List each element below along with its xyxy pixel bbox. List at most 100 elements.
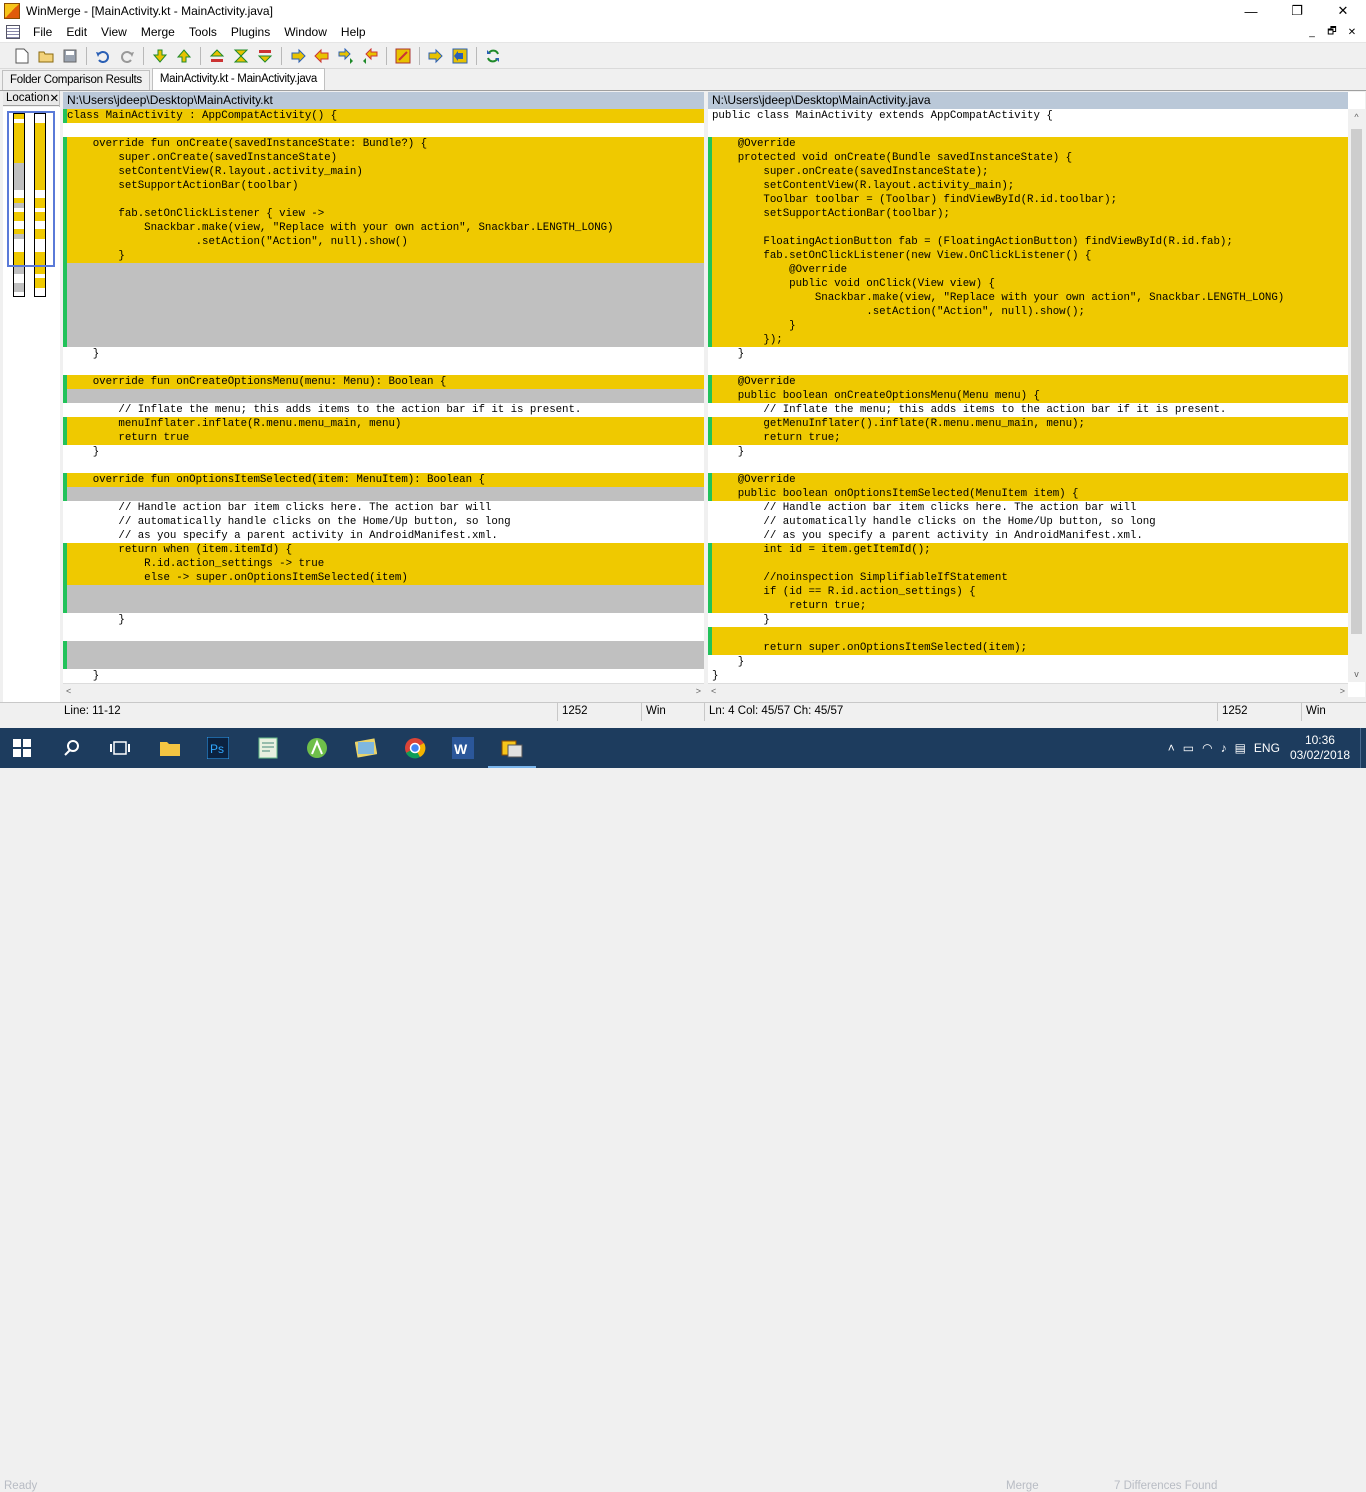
code-line[interactable]: } <box>67 347 704 361</box>
code-line[interactable]: } <box>67 669 704 682</box>
code-line[interactable]: setContentView(R.layout.activity_main); <box>712 179 1348 193</box>
code-line[interactable]: public void onClick(View view) { <box>712 277 1348 291</box>
copy-left-advance-icon[interactable] <box>360 46 380 66</box>
code-line[interactable]: Toolbar toolbar = (Toolbar) findViewById… <box>712 193 1348 207</box>
code-line[interactable]: // automatically handle clicks on the Ho… <box>712 515 1348 529</box>
code-line[interactable]: return true; <box>712 431 1348 445</box>
code-line[interactable] <box>67 361 704 375</box>
scroll-up-icon[interactable]: ^ <box>1348 109 1365 125</box>
scroll-left-icon[interactable]: < <box>66 686 71 696</box>
tab-file-comparison[interactable]: MainActivity.kt - MainActivity.java <box>151 68 325 90</box>
code-line[interactable] <box>712 459 1348 473</box>
code-line[interactable]: menuInflater.inflate(R.menu.menu_main, m… <box>67 417 704 431</box>
show-hidden-icons-icon[interactable]: ˄ <box>1168 741 1175 755</box>
code-line[interactable]: } <box>712 613 1348 627</box>
show-desktop-button[interactable] <box>1360 728 1366 768</box>
mdi-close-button[interactable]: ✕ <box>1342 24 1362 40</box>
menu-plugins[interactable]: Plugins <box>224 22 277 43</box>
code-line[interactable] <box>67 263 704 277</box>
code-line[interactable]: @Override <box>712 375 1348 389</box>
code-line[interactable] <box>67 319 704 333</box>
close-button[interactable]: ✕ <box>1320 0 1366 22</box>
notepad-icon[interactable] <box>254 734 282 762</box>
code-line[interactable]: // Handle action bar item clicks here. T… <box>712 501 1348 515</box>
input-language[interactable]: ENG <box>1254 741 1280 755</box>
location-pane-close-icon[interactable]: ✕ <box>49 91 59 105</box>
code-line[interactable]: .setAction("Action", null).show(); <box>712 305 1348 319</box>
new-icon[interactable] <box>12 46 32 66</box>
open-icon[interactable] <box>36 46 56 66</box>
menu-file[interactable]: File <box>26 22 59 43</box>
battery-icon[interactable]: ▭ <box>1183 741 1194 755</box>
code-line[interactable]: @Override <box>712 263 1348 277</box>
code-line[interactable]: @Override <box>712 473 1348 487</box>
code-line[interactable]: FloatingActionButton fab = (FloatingActi… <box>712 235 1348 249</box>
code-line[interactable] <box>712 221 1348 235</box>
copy-right-advance-icon[interactable] <box>336 46 356 66</box>
image-viewer-icon[interactable] <box>352 734 380 762</box>
code-line[interactable] <box>67 627 704 641</box>
winmerge-app-icon[interactable] <box>4 3 20 19</box>
menu-merge[interactable]: Merge <box>134 22 182 43</box>
menu-edit[interactable]: Edit <box>59 22 94 43</box>
code-line[interactable]: setSupportActionBar(toolbar); <box>712 207 1348 221</box>
menu-tools[interactable]: Tools <box>182 22 224 43</box>
code-line[interactable] <box>67 333 704 347</box>
location-map[interactable] <box>3 107 60 703</box>
prev-diff-icon[interactable] <box>174 46 194 66</box>
windows-start-icon[interactable] <box>8 734 36 762</box>
code-line[interactable]: // Inflate the menu; this adds items to … <box>712 403 1348 417</box>
code-line[interactable]: // Inflate the menu; this adds items to … <box>67 403 704 417</box>
chrome-icon[interactable] <box>401 734 429 762</box>
scroll-down-icon[interactable]: v <box>1348 666 1365 682</box>
mdi-minimize-button[interactable]: _ <box>1302 24 1322 40</box>
code-line[interactable]: // as you specify a parent activity in A… <box>712 529 1348 543</box>
code-line[interactable]: override fun onCreateOptionsMenu(menu: M… <box>67 375 704 389</box>
code-line[interactable] <box>67 459 704 473</box>
code-line[interactable]: //noinspection SimplifiableIfStatement <box>712 571 1348 585</box>
code-line[interactable]: setSupportActionBar(toolbar) <box>67 179 704 193</box>
code-line[interactable] <box>67 655 704 669</box>
copy-left-icon[interactable] <box>312 46 332 66</box>
save-icon[interactable] <box>60 46 80 66</box>
all-left-icon[interactable] <box>450 46 470 66</box>
code-line[interactable]: public boolean onOptionsItemSelected(Men… <box>712 487 1348 501</box>
next-diff-icon[interactable] <box>150 46 170 66</box>
all-right-icon[interactable] <box>426 46 446 66</box>
code-line[interactable] <box>712 123 1348 137</box>
code-line[interactable]: } <box>67 613 704 627</box>
code-line[interactable]: fab.setOnClickListener { view -> <box>67 207 704 221</box>
code-line[interactable] <box>67 291 704 305</box>
code-line[interactable]: } <box>712 445 1348 459</box>
code-line[interactable]: protected void onCreate(Bundle savedInst… <box>712 151 1348 165</box>
code-line[interactable]: @Override <box>712 137 1348 151</box>
code-line[interactable] <box>67 277 704 291</box>
code-line[interactable]: } <box>712 655 1348 669</box>
wifi-icon[interactable]: ◠ <box>1202 741 1212 755</box>
menu-help[interactable]: Help <box>334 22 373 43</box>
vertical-scroll-thumb[interactable] <box>1351 129 1362 634</box>
winmerge-taskbar-icon[interactable] <box>488 734 536 768</box>
redo-icon[interactable] <box>117 46 137 66</box>
minimize-button[interactable]: — <box>1228 0 1274 22</box>
location-viewport[interactable] <box>7 111 55 267</box>
code-line[interactable]: if (id == R.id.action_settings) { <box>712 585 1348 599</box>
right-editor[interactable]: public class MainActivity extends AppCom… <box>708 109 1348 682</box>
code-line[interactable]: } <box>67 445 704 459</box>
scroll-left-icon[interactable]: < <box>711 686 716 696</box>
code-line[interactable]: .setAction("Action", null).show() <box>67 235 704 249</box>
code-line[interactable]: } <box>712 319 1348 333</box>
copy-right-icon[interactable] <box>288 46 308 66</box>
code-line[interactable]: Snackbar.make(view, "Replace with your o… <box>712 291 1348 305</box>
code-line[interactable]: public class MainActivity extends AppCom… <box>712 109 1348 123</box>
mdi-restore-button[interactable]: 🗗 <box>1322 24 1342 40</box>
first-diff-icon[interactable] <box>207 46 227 66</box>
volume-icon[interactable]: ♪ <box>1221 741 1227 755</box>
code-line[interactable]: fab.setOnClickListener(new View.OnClickL… <box>712 249 1348 263</box>
code-line[interactable]: override fun onCreate(savedInstanceState… <box>67 137 704 151</box>
code-line[interactable] <box>67 193 704 207</box>
task-view-icon[interactable] <box>106 734 134 762</box>
code-line[interactable]: getMenuInflater().inflate(R.menu.menu_ma… <box>712 417 1348 431</box>
code-line[interactable] <box>67 585 704 599</box>
right-vertical-scrollbar[interactable]: ^ v <box>1348 109 1365 682</box>
